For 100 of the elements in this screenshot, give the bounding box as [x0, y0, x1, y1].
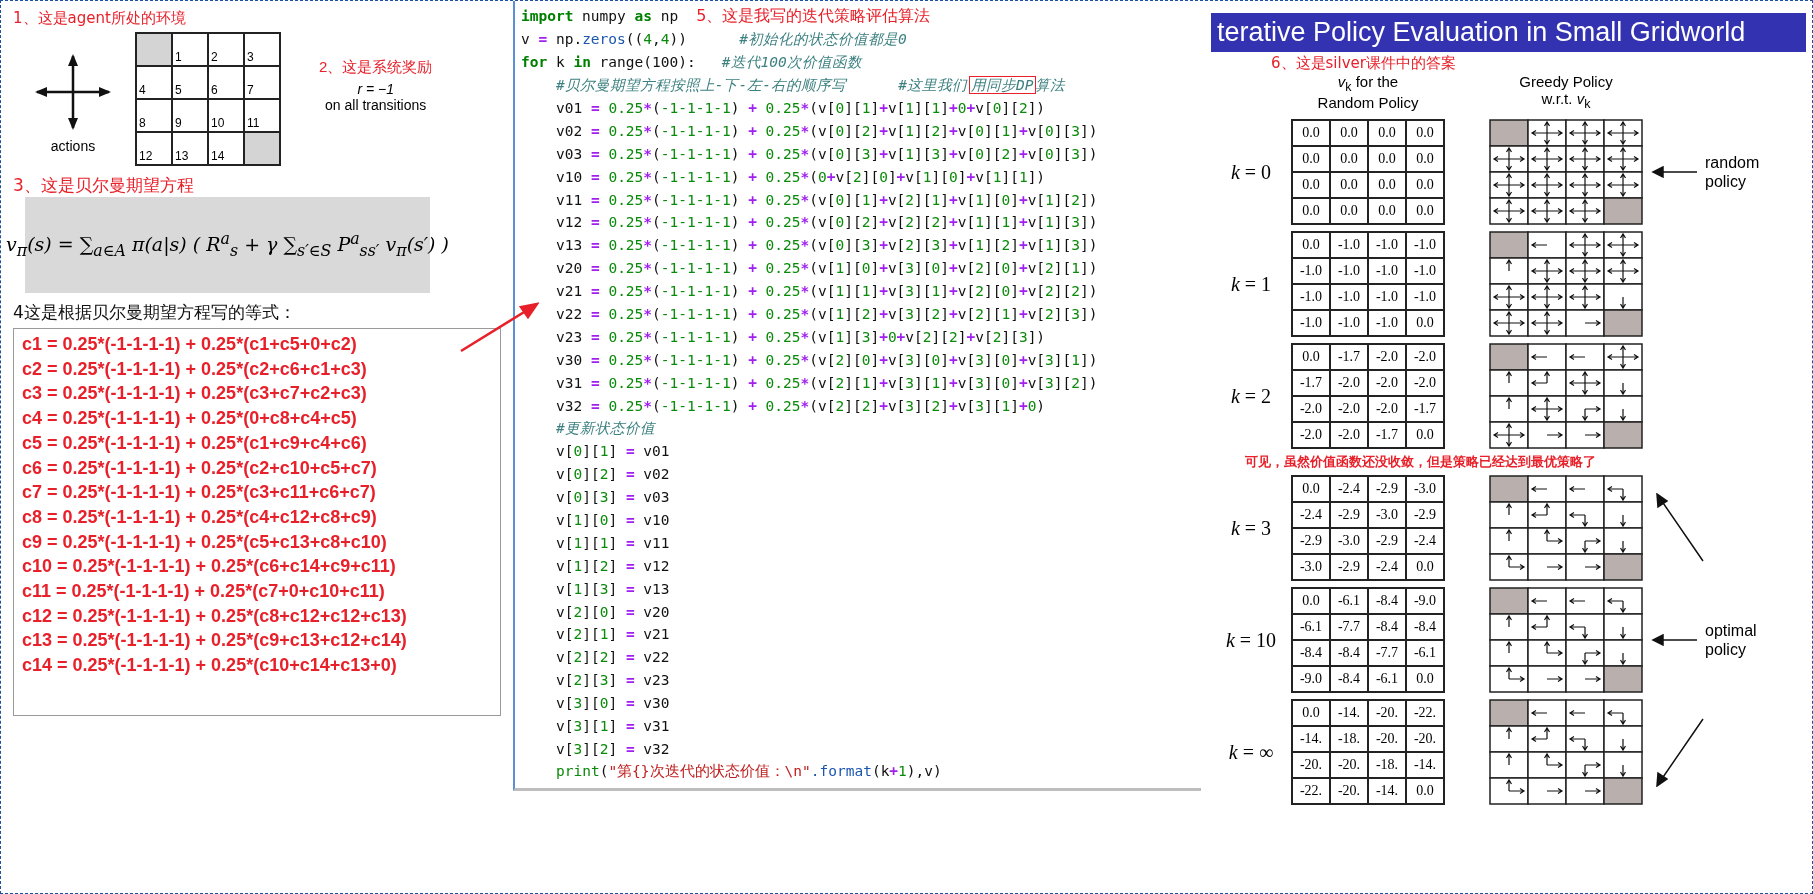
code-line: v02 = 0.25*(-1-1-1-1) + 0.25*(v[0][2]+v[1][2]+v[0][1]+v[0][3]): [555, 122, 1098, 139]
table-cell: 0.0: [1292, 344, 1330, 370]
equation-line: c7 = 0.25*(-1-1-1-1) + 0.25*(c3+c11+c6+c7): [22, 481, 377, 505]
table-cell: -2.4: [1330, 476, 1368, 502]
policy-cell: [1527, 197, 1567, 225]
section-title: 3、这是贝尔曼期望方程: [13, 174, 195, 197]
equation-line: c14 = 0.25*(-1-1-1-1) + 0.25*(c10+c14+c13+0): [22, 654, 398, 678]
table-cell: 0.0: [1330, 146, 1368, 172]
table-cell: -8.4: [1368, 614, 1406, 640]
table-cell: -18.: [1330, 726, 1368, 752]
code-line: v[3][0] = v30: [555, 695, 670, 712]
table-cell: -2.0: [1292, 396, 1330, 422]
row-label: k = 1: [1229, 272, 1273, 296]
table-cell: -7.7: [1368, 640, 1406, 666]
table-cell: 0.0: [1292, 146, 1330, 172]
table-cell: -2.0: [1330, 422, 1368, 448]
grid-cell: 3: [244, 33, 280, 66]
table-cell: -14.: [1406, 752, 1444, 778]
code-line: v11 = 0.25*(-1-1-1-1) + 0.25*(v[0][1]+v[2][1]+v[1][0]+v[1][2]): [555, 191, 1098, 208]
table-cell: -1.7: [1406, 396, 1444, 422]
table-cell: -8.4: [1406, 614, 1444, 640]
annotation-text: 6、这是silver课件中的答案: [1271, 54, 1457, 73]
table-cell: -1.0: [1330, 232, 1368, 258]
table-cell: -22.: [1292, 778, 1330, 804]
code-line: v31 = 0.25*(-1-1-1-1) + 0.25*(v[2][1]+v[3][1]+v[3][0]+v[3][2]): [555, 374, 1098, 391]
policy-cell: [1603, 343, 1643, 371]
equation-line: c13 = 0.25*(-1-1-1-1) + 0.25*(c9+c13+c12+c14): [22, 629, 408, 653]
section-title: 1、这是agent所处的环境: [13, 9, 187, 28]
table-cell: -2.0: [1330, 370, 1368, 396]
column-header: Greedy Policy w.r.t. v$_{k}$: [1518, 73, 1614, 111]
table-cell: -1.0: [1406, 232, 1444, 258]
policy-cell: [1603, 257, 1643, 285]
equation-line: c9 = 0.25*(-1-1-1-1) + 0.25*(c5+c13+c8+c10): [22, 530, 388, 554]
equation-line: c6 = 0.25*(-1-1-1-1) + 0.25*(c2+c10+c5+c7): [22, 456, 378, 480]
row-label: k = ∞: [1227, 740, 1275, 764]
table-cell: 0.0: [1292, 232, 1330, 258]
table-cell: -1.7: [1330, 344, 1368, 370]
table-cell: 0.0: [1292, 588, 1330, 614]
policy-cell: [1565, 231, 1605, 259]
code-line: print("第{}次迭代的状态价值：\n".format(k+1),v): [555, 762, 942, 782]
table-cell: 0.0: [1406, 778, 1444, 804]
table-cell: 0.0: [1406, 422, 1444, 448]
table-cell: -1.0: [1292, 310, 1330, 336]
row-label: k = 0: [1229, 160, 1273, 184]
table-cell: -20.: [1406, 726, 1444, 752]
table-cell: -20.: [1292, 752, 1330, 778]
grid-cell: 14: [208, 132, 244, 165]
table-cell: -2.9: [1368, 476, 1406, 502]
policy-cell: [1565, 171, 1605, 199]
table-cell: 0.0: [1292, 120, 1330, 146]
table-cell: -2.4: [1406, 528, 1444, 554]
code-line: v[1][1] = v11: [555, 534, 670, 551]
table-cell: 0.0: [1292, 198, 1330, 224]
table-cell: -2.4: [1292, 502, 1330, 528]
bellman-equation: v$_{π}$(s) = ∑$_{a∈A}$ π(a|s) ( R$^{a}$$_{s}$ + γ ∑$_{s′∈S}$ P$^{a}$$_{ss′}$ v$_{π}$(s′) ): [6, 229, 449, 261]
grid-cell: 13: [172, 132, 208, 165]
table-cell: -3.0: [1368, 502, 1406, 528]
move-arrows-icon: [33, 52, 113, 132]
table-cell: -14.: [1368, 778, 1406, 804]
grid-cell: 10: [208, 99, 244, 132]
table-cell: 0.0: [1406, 554, 1444, 580]
policy-cell: [1603, 119, 1643, 147]
reward-formula: r = −1: [357, 81, 394, 97]
code-line: v20 = 0.25*(-1-1-1-1) + 0.25*(v[1][0]+v[3][0]+v[2][0]+v[2][1]): [555, 260, 1098, 277]
table-cell: -6.1: [1406, 640, 1444, 666]
code-line: v32 = 0.25*(-1-1-1-1) + 0.25*(v[2][2]+v[3][2]+v[3][1]+0): [555, 397, 1046, 414]
code-line: v13 = 0.25*(-1-1-1-1) + 0.25*(v[0][3]+v[2][3]+v[1][2]+v[1][3]): [555, 237, 1098, 254]
table-cell: 0.0: [1330, 120, 1368, 146]
table-cell: -2.0: [1368, 370, 1406, 396]
equation-line: c3 = 0.25*(-1-1-1-1) + 0.25*(c3+c7+c2+c3): [22, 382, 368, 406]
table-cell: -14.: [1330, 700, 1368, 726]
column-header: v$_{k}$ for the Random Policy: [1316, 73, 1420, 111]
equation-line: c4 = 0.25*(-1-1-1-1) + 0.25*(0+c8+c4+c5): [22, 407, 358, 431]
table-cell: 0.0: [1368, 146, 1406, 172]
table-cell: -6.1: [1368, 666, 1406, 692]
table-cell: -7.7: [1330, 614, 1368, 640]
table-cell: -18.: [1368, 752, 1406, 778]
table-cell: -9.0: [1406, 588, 1444, 614]
table-cell: -6.1: [1330, 588, 1368, 614]
policy-cell: [1489, 171, 1529, 199]
policy-cell: [1527, 257, 1567, 285]
table-cell: -1.0: [1292, 258, 1330, 284]
table-cell: -2.0: [1406, 344, 1444, 370]
code-line: v[0][3] = v03: [555, 489, 670, 506]
code-line: #更新状态价值: [555, 418, 655, 438]
equation-line: c8 = 0.25*(-1-1-1-1) + 0.25*(c4+c12+c8+c9): [22, 505, 378, 529]
reward-note: on all transitions: [325, 97, 427, 113]
policy-cell: [1527, 309, 1567, 337]
policy-cell: [1489, 197, 1529, 225]
code-line: import numpy as np: [521, 8, 679, 25]
annotation-text: 5、这是我写的迭代策略评估算法: [696, 5, 931, 27]
pointer-arrow: [1655, 717, 1705, 787]
table-cell: 0.0: [1330, 172, 1368, 198]
table-cell: -2.9: [1292, 528, 1330, 554]
table-cell: 0.0: [1368, 120, 1406, 146]
table-cell: -1.0: [1330, 310, 1368, 336]
table-cell: -1.7: [1368, 422, 1406, 448]
code-line: #贝尔曼期望方程按照上-下-左-右的顺序写 #这里我们 用同步DP算法: [555, 75, 1065, 95]
equation-line: c12 = 0.25*(-1-1-1-1) + 0.25*(c8+c12+c12+c13): [22, 604, 408, 628]
table-cell: 0.0: [1292, 476, 1330, 502]
